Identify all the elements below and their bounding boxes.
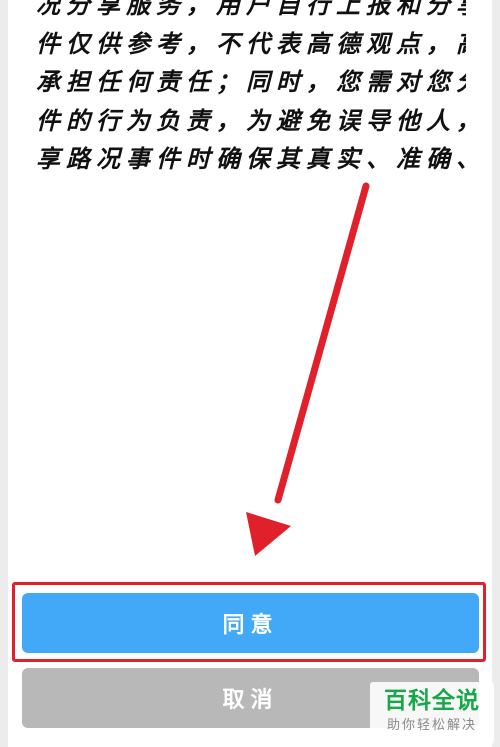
notice-line: 承担任何责任；同时，您需对您分享路况事	[36, 67, 466, 96]
arrow-head	[246, 512, 291, 556]
notice-line: 件仅供参考，不代表高德观点，高德对此不	[36, 28, 466, 58]
right-border	[492, 0, 500, 747]
watermark-title: 百科全说	[384, 688, 480, 714]
notice-line: 况分享服务，用户自行上报和分享的路况事	[36, 0, 466, 19]
watermark-logo: 百科全说 助你轻松解决	[370, 682, 494, 744]
arrow-shaft	[274, 182, 370, 504]
left-border	[0, 0, 8, 747]
notice-line: 享路况事件时确保其真实、准确、及时。	[36, 144, 466, 173]
terms-notice-text: 况分享服务，用户自行上报和分享的路况事 件仅供参考，不代表高德观点，高德对此不 …	[36, 0, 466, 179]
watermark-subtitle: 助你轻松解决	[386, 718, 477, 733]
agree-button[interactable]: 同意	[22, 593, 479, 653]
notice-line: 件的行为负责，为避免误导他人，请您在分	[36, 105, 466, 135]
